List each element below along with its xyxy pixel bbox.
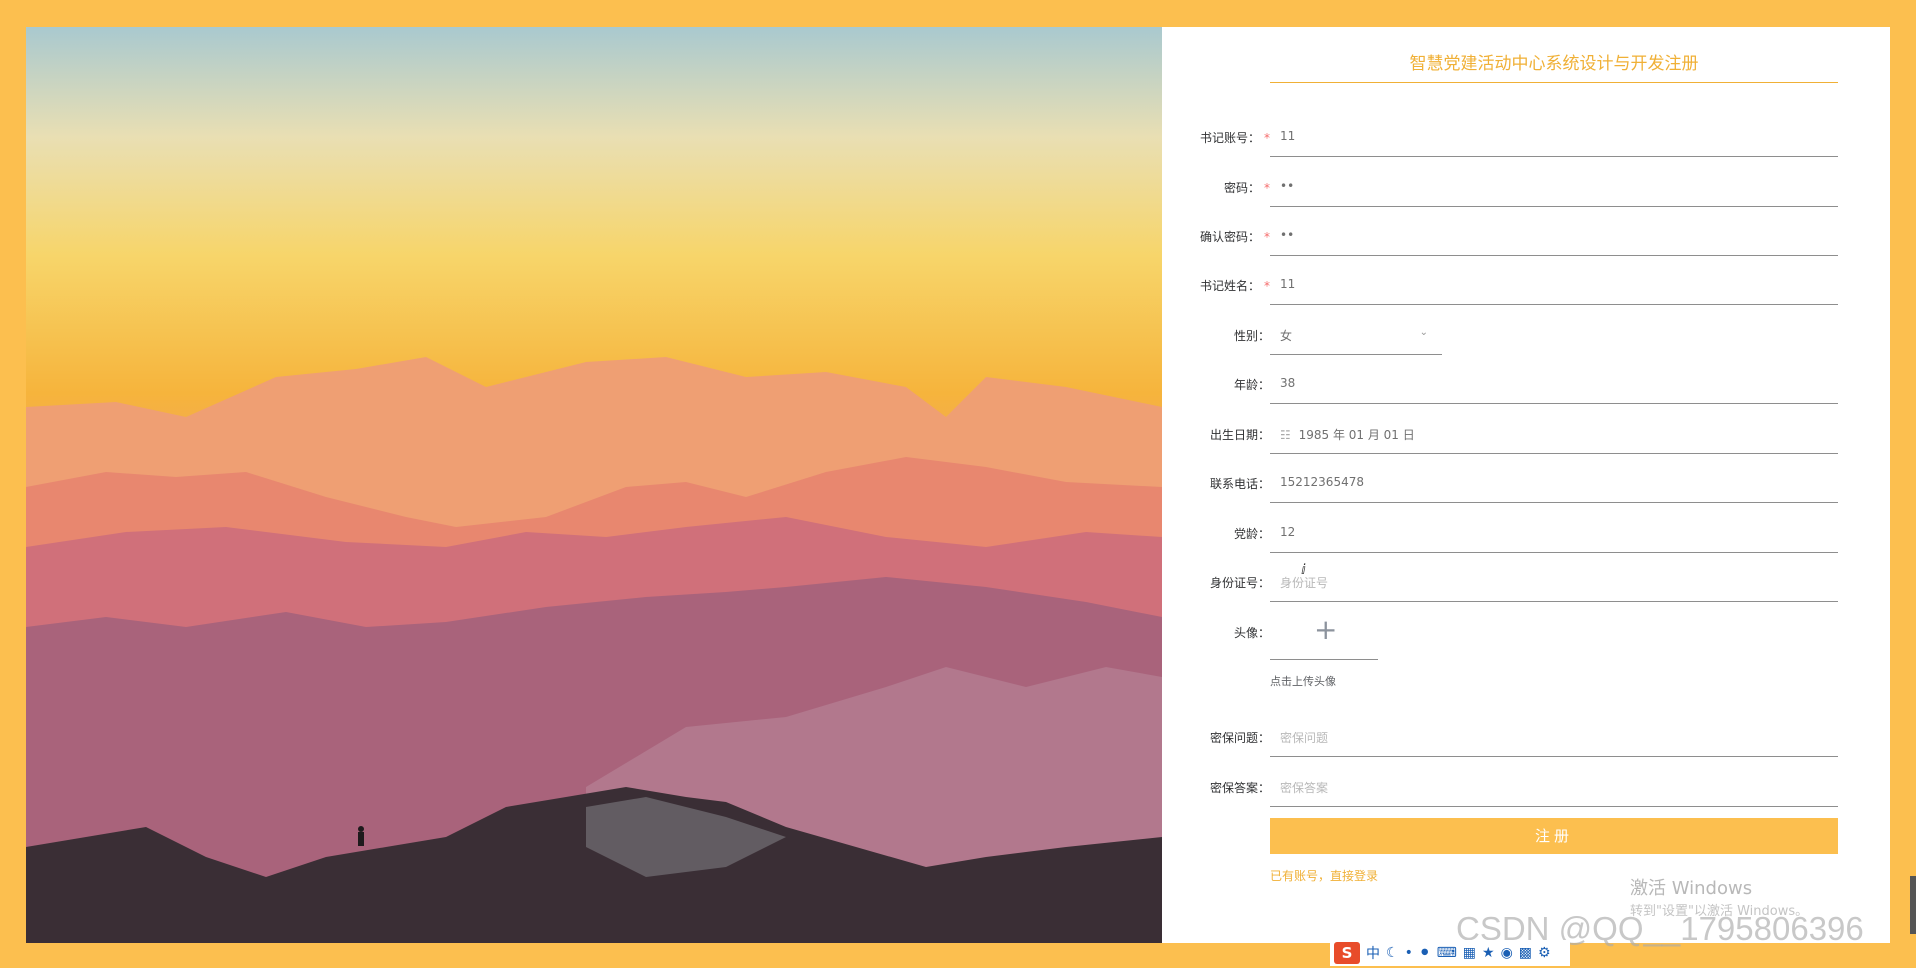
register-panel: 智慧党建活动中心系统设计与开发注册 书记账号： * 11 密码： * •• 确认密码…: [1162, 27, 1890, 943]
gender-value: 女: [1280, 329, 1293, 343]
avatar-uploader[interactable]: +: [1270, 612, 1378, 660]
scrollbar[interactable]: [1910, 876, 1916, 934]
row-security-answer: 密保答案： 密保答案: [1162, 767, 1890, 807]
login-prompt: 已有账号，直接登录: [1270, 867, 1378, 884]
password-input[interactable]: ••: [1270, 167, 1838, 207]
sogou-ime-icon[interactable]: S: [1334, 942, 1360, 964]
security-question-input[interactable]: 密保问题: [1270, 717, 1838, 757]
age-input[interactable]: 38: [1270, 364, 1838, 404]
label-security-answer: 密保答案：: [1209, 781, 1270, 795]
keyboard-icon[interactable]: ⌨: [1437, 945, 1457, 961]
gender-select[interactable]: 女 ⌄: [1270, 315, 1442, 355]
label-age: 年龄：: [1233, 378, 1270, 392]
security-answer-input[interactable]: 密保答案: [1270, 767, 1838, 807]
label-phone: 联系电话：: [1209, 477, 1270, 491]
row-name: 书记姓名： * 11: [1162, 265, 1890, 305]
label-name: 书记姓名：: [1199, 279, 1260, 293]
account-input[interactable]: 11: [1270, 117, 1838, 157]
id-number-input[interactable]: 身份证号: [1270, 562, 1838, 602]
row-security-question: 密保问题： 密保问题: [1162, 717, 1890, 757]
label-password: 密码：: [1223, 181, 1260, 195]
skin-icon[interactable]: ★: [1482, 945, 1495, 961]
label-party-age: 党龄：: [1233, 527, 1270, 541]
row-id-number: 身份证号： 身份证号: [1162, 562, 1890, 602]
row-confirm-password: 确认密码： * ••: [1162, 216, 1890, 256]
row-gender: 性别： 女 ⌄: [1162, 315, 1890, 355]
login-link[interactable]: 直接登录: [1330, 869, 1378, 883]
microphone-icon[interactable]: ⚫: [1419, 945, 1431, 961]
moon-icon[interactable]: ☾: [1386, 945, 1399, 961]
name-input[interactable]: 11: [1270, 265, 1838, 305]
row-birthdate: 出生日期： ☷ 1985 年 01 月 01 日: [1162, 414, 1890, 454]
toolbox-icon[interactable]: ▦: [1463, 945, 1476, 961]
lang-indicator[interactable]: 中: [1366, 943, 1380, 963]
row-avatar: 头像： + 点击上传头像: [1162, 612, 1890, 702]
form-title: 智慧党建活动中心系统设计与开发注册: [1270, 51, 1838, 83]
confirm-password-input[interactable]: ••: [1270, 216, 1838, 256]
ime-toolbar: S 中 ☾ • ⚫ ⌨ ▦ ★ ◉ ▩ ⚙: [1330, 940, 1570, 966]
row-party-age: 党龄： 12: [1162, 513, 1890, 553]
plus-icon: +: [1314, 613, 1338, 646]
label-gender: 性别：: [1233, 329, 1270, 343]
text-cursor-icon: ⅈ: [1301, 562, 1306, 578]
label-birthdate: 出生日期：: [1209, 428, 1270, 442]
phone-input[interactable]: 15212365478: [1270, 463, 1838, 503]
label-id-number: 身份证号：: [1209, 576, 1270, 590]
row-phone: 联系电话： 15212365478: [1162, 463, 1890, 503]
birthdate-value: 1985 年 01 月 01 日: [1298, 428, 1415, 442]
row-account: 书记账号： * 11: [1162, 117, 1890, 157]
label-avatar: 头像：: [1233, 626, 1270, 640]
activate-windows-title: 激活 Windows: [1630, 878, 1753, 899]
row-password: 密码： * ••: [1162, 167, 1890, 207]
settings-icon[interactable]: ⚙: [1538, 945, 1551, 961]
label-security-question: 密保问题：: [1209, 731, 1270, 745]
hero-image: [26, 27, 1162, 943]
label-account: 书记账号：: [1199, 131, 1260, 145]
game-icon[interactable]: ◉: [1501, 945, 1513, 961]
apps-icon[interactable]: ▩: [1519, 945, 1532, 961]
register-button[interactable]: 注册: [1270, 818, 1838, 854]
login-prefix: 已有账号，: [1270, 869, 1331, 883]
birthdate-picker[interactable]: ☷ 1985 年 01 月 01 日: [1270, 414, 1838, 454]
chevron-down-icon: ⌄: [1419, 327, 1428, 338]
label-confirm-password: 确认密码：: [1199, 230, 1260, 244]
calendar-icon: ☷: [1280, 428, 1291, 442]
party-age-input[interactable]: 12: [1270, 513, 1838, 553]
upload-hint: 点击上传头像: [1270, 675, 1336, 688]
punctuation-icon[interactable]: •: [1405, 945, 1413, 961]
row-age: 年龄： 38: [1162, 364, 1890, 404]
